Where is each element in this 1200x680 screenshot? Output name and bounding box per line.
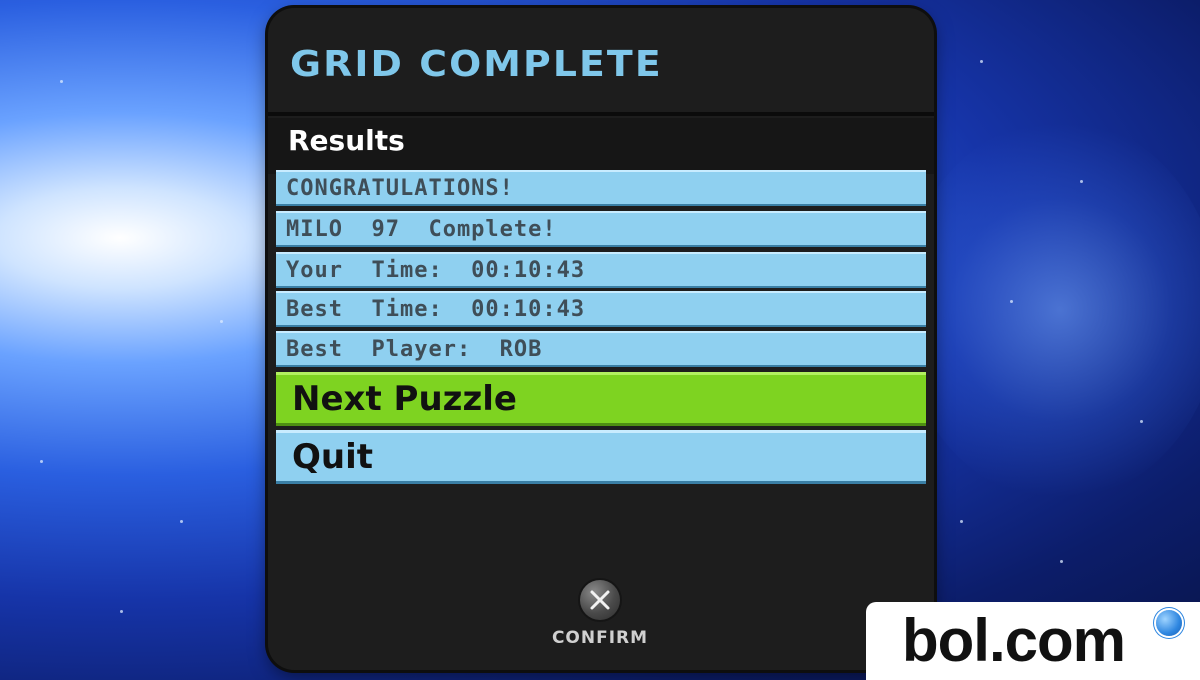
background-glow [900,120,1200,500]
confirm-label: CONFIRM [551,628,649,648]
result-row-your-time: Your Time: 00:10:43 [276,252,926,288]
watermark-badge-icon [1156,610,1182,636]
title-divider [268,112,934,116]
watermark-logo: bol.com [866,602,1200,680]
results-section-label: Results [288,124,405,157]
cross-button-icon [580,580,620,620]
confirm-control[interactable]: CONFIRM [538,580,662,648]
dialog-title: GRID COMPLETE [290,44,663,85]
result-row-puzzle-complete: MILO 97 Complete! [276,211,926,247]
result-row-best-time: Best Time: 00:10:43 [276,291,926,327]
quit-button[interactable]: Quit [276,430,926,484]
grid-complete-dialog: GRID COMPLETE Results CONGRATULATIONS! M… [268,8,934,670]
result-row-congratulations: CONGRATULATIONS! [276,170,926,206]
result-row-best-player: Best Player: ROB [276,331,926,367]
next-puzzle-button[interactable]: Next Puzzle [276,372,926,426]
watermark-text: bol.com [902,607,1126,674]
